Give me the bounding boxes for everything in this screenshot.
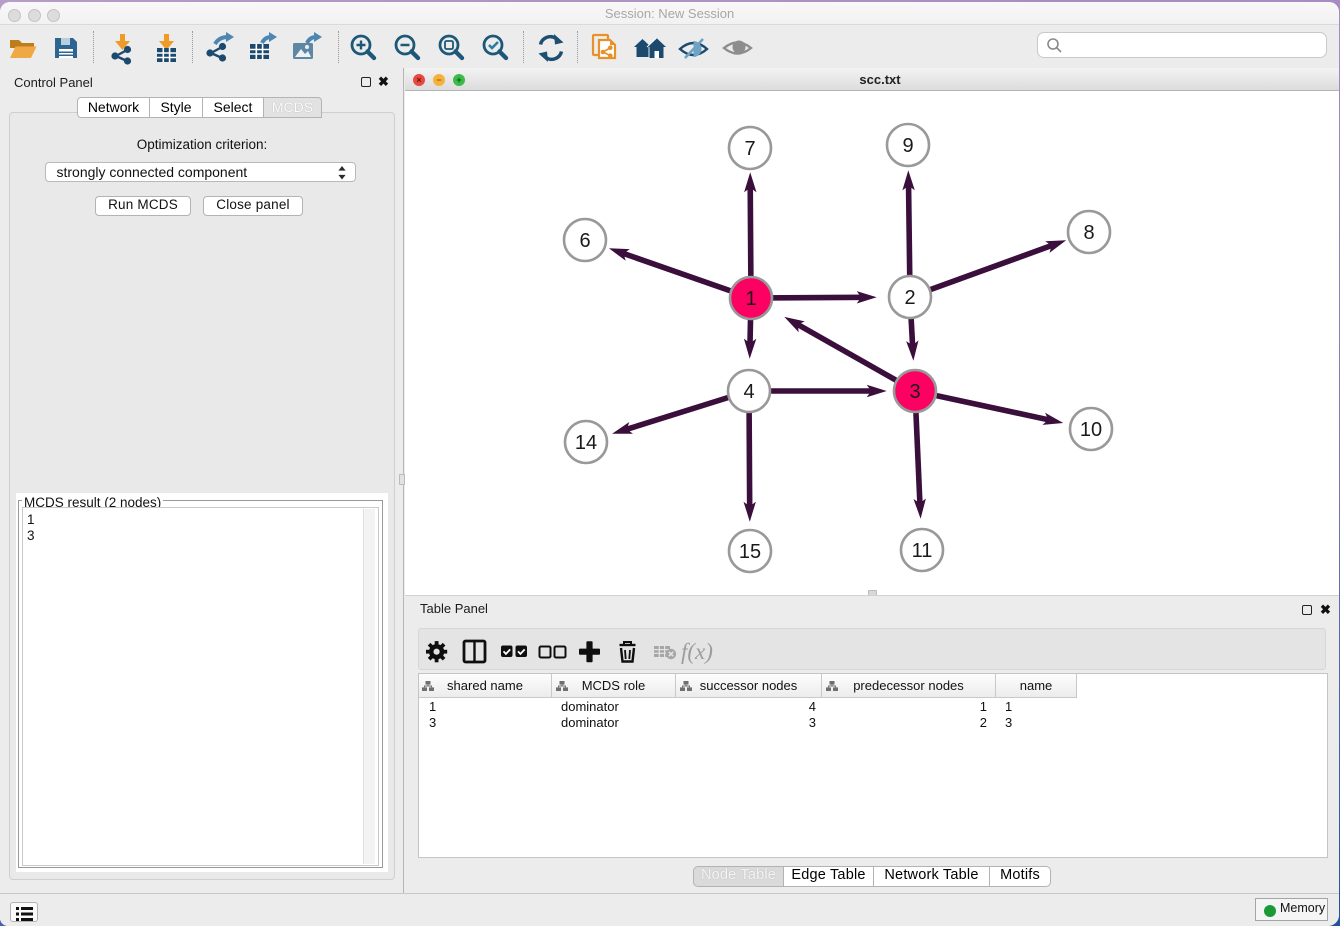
svg-text:14: 14: [575, 432, 597, 454]
svg-text:4: 4: [743, 381, 754, 403]
svg-text:9: 9: [902, 135, 913, 157]
svg-text:2: 2: [904, 287, 915, 309]
svg-text:11: 11: [912, 540, 933, 562]
svg-text:1: 1: [745, 288, 756, 310]
svg-text:15: 15: [739, 541, 761, 563]
svg-text:f(x): f(x): [681, 639, 713, 664]
svg-text:8: 8: [1083, 222, 1094, 244]
svg-text:7: 7: [744, 138, 755, 160]
svg-text:10: 10: [1080, 419, 1102, 441]
svg-text:3: 3: [909, 381, 920, 403]
svg-text:6: 6: [579, 230, 590, 252]
